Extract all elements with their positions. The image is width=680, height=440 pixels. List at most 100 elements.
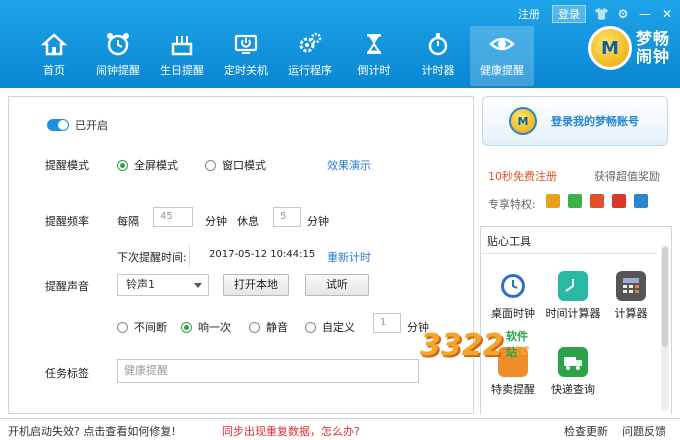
free-register-link[interactable]: 10秒免费注册 [488, 168, 557, 184]
tool-desktop-clock[interactable]: 桌面时钟 [483, 271, 543, 321]
gear-icon[interactable]: ⚙ [616, 7, 630, 21]
nav-birthday[interactable]: 生日提醒 [150, 26, 214, 86]
vip-label: 专享特权: [488, 198, 536, 211]
skin-icon[interactable] [634, 194, 648, 208]
gift-icon[interactable] [546, 194, 560, 208]
ring-once-radio[interactable]: 响一次 [181, 319, 231, 335]
interval-unit: 分钟 [205, 215, 227, 228]
nav-countdown[interactable]: 倒计时 [342, 26, 406, 86]
sound-select[interactable]: 铃声1 [117, 274, 209, 296]
giftbox-icon[interactable] [612, 194, 626, 208]
eye-icon [489, 37, 515, 51]
nav-alarm[interactable]: 闹钟提醒 [86, 26, 150, 86]
check-update-link[interactable]: 检查更新 [564, 423, 608, 439]
tool-calculator[interactable]: 计算器 [601, 271, 661, 321]
radio-label: 自定义 [322, 321, 355, 334]
custom-radio[interactable]: 自定义 [305, 319, 355, 335]
window-controls: 注册 登录 👕 ⚙ — ✕ [514, 5, 674, 23]
sound-label: 提醒声音 [45, 280, 89, 293]
restart-timer-link[interactable]: 重新计时 [327, 249, 371, 265]
nav-label: 首页 [43, 64, 65, 77]
tool-time-calculator[interactable]: 时间计算器 [543, 271, 603, 321]
tool-label: 计算器 [614, 307, 648, 320]
radio-label: 静音 [266, 321, 288, 334]
task-label: 任务标签 [45, 367, 89, 380]
shirt-icon[interactable]: 👕 [594, 7, 609, 21]
next-reminder-time: 2017-05-12 10:44:15 [209, 249, 316, 260]
title-bar: 注册 登录 👕 ⚙ — ✕ 首页 闹钟提醒 生日提醒 定时关机 运行程序 倒计时… [0, 0, 680, 88]
vip-icons [546, 194, 648, 208]
nav-health[interactable]: 健康提醒 [470, 26, 534, 86]
nav-label: 闹钟提醒 [96, 64, 140, 77]
interval-input[interactable]: 45 [153, 207, 193, 227]
tools-scrollbar[interactable] [661, 245, 669, 411]
radio-unselected-icon [117, 321, 128, 333]
duplicate-data-link[interactable]: 同步出现重复数据，怎么办? [222, 423, 360, 439]
rest-label: 休息 [237, 215, 259, 228]
fullscreen-mode-radio[interactable]: 全屏模式 [117, 157, 178, 173]
main-nav: 首页 闹钟提醒 生日提醒 定时关机 运行程序 倒计时 计时器 健康提醒 [22, 26, 534, 86]
nav-label: 运行程序 [288, 64, 332, 77]
health-reminder-panel: 已开启 提醒模式 全屏模式 窗口模式 效果演示 提醒频率 每隔 45 分钟 休息… [8, 96, 474, 414]
nav-home[interactable]: 首页 [22, 26, 86, 86]
register-link[interactable]: 注册 [514, 5, 544, 23]
task-label-input[interactable]: 健康提醒 [117, 359, 419, 383]
radio-label: 全屏模式 [134, 159, 178, 172]
clock-avatar-icon: M [509, 107, 537, 135]
rest-input[interactable]: 5 [273, 207, 301, 227]
tool-label: 特卖提醒 [491, 383, 535, 396]
nav-label: 计时器 [421, 64, 455, 77]
power-icon [234, 34, 258, 54]
tool-label: 快递查询 [551, 383, 595, 396]
minimize-icon[interactable]: — [638, 7, 652, 21]
rest-unit: 分钟 [307, 215, 329, 228]
tool-label: 时间计算器 [545, 307, 601, 320]
startup-fix-link[interactable]: 开机启动失效? 点击查看如何修复! [8, 423, 176, 439]
radio-label: 响一次 [198, 321, 231, 334]
continuous-radio[interactable]: 不间断 [117, 319, 167, 335]
nav-label: 健康提醒 [480, 64, 524, 77]
open-local-button[interactable]: 打开本地 [223, 274, 289, 296]
brand-logo: M 梦畅 闹钟 [587, 26, 670, 70]
watermark-number: 3322 [420, 328, 504, 363]
radio-selected-icon [181, 321, 192, 333]
nav-timer[interactable]: 计时器 [406, 26, 470, 86]
next-reminder-label: 下次提醒时间: [117, 251, 187, 264]
brand-name-line1: 梦畅 [635, 29, 670, 48]
mode-label: 提醒模式 [45, 159, 89, 172]
custom-minutes-input[interactable]: 1 [373, 313, 401, 333]
listen-button[interactable]: 试听 [305, 274, 369, 296]
toggle-switch-icon[interactable] [47, 119, 69, 131]
enabled-label: 已开启 [75, 119, 108, 132]
nav-label: 倒计时 [357, 64, 391, 77]
nav-label: 定时关机 [224, 64, 268, 77]
delivery-truck-icon [558, 347, 588, 377]
calculator-icon [616, 271, 646, 301]
get-reward-link[interactable]: 获得超值奖励 [594, 168, 660, 184]
divider [481, 253, 657, 254]
login-account-button[interactable]: M 登录我的梦畅账号 [482, 96, 668, 146]
gears-icon [299, 32, 322, 53]
close-icon[interactable]: ✕ [660, 7, 674, 21]
desktop-clock-icon [498, 271, 528, 301]
coupon-icon[interactable] [590, 194, 604, 208]
nav-shutdown[interactable]: 定时关机 [214, 26, 278, 86]
tools-panel: 贴心工具 桌面时钟 时间计算器 计算器 特卖提醒 快递查询 [480, 226, 672, 414]
radio-unselected-icon [249, 321, 260, 333]
nav-run-program[interactable]: 运行程序 [278, 26, 342, 86]
radio-unselected-icon [305, 321, 316, 333]
mute-radio[interactable]: 静音 [249, 319, 288, 335]
effect-demo-link[interactable]: 效果演示 [327, 157, 371, 173]
brand-name-line2: 闹钟 [635, 47, 670, 66]
enable-toggle[interactable]: 已开启 [47, 117, 108, 133]
tools-title: 贴心工具 [487, 235, 531, 248]
hourglass-icon [367, 34, 381, 54]
plugin-icon[interactable] [568, 194, 582, 208]
status-bar: 开机启动失效? 点击查看如何修复! 同步出现重复数据，怎么办? 检查更新 问题反… [0, 418, 680, 440]
every-label: 每隔 [117, 215, 139, 228]
login-button[interactable]: 登录 [552, 5, 586, 23]
feedback-link[interactable]: 问题反馈 [622, 423, 666, 439]
login-account-text: 登录我的梦畅账号 [551, 115, 639, 128]
tool-delivery-query[interactable]: 快递查询 [543, 347, 603, 397]
window-mode-radio[interactable]: 窗口模式 [205, 157, 266, 173]
